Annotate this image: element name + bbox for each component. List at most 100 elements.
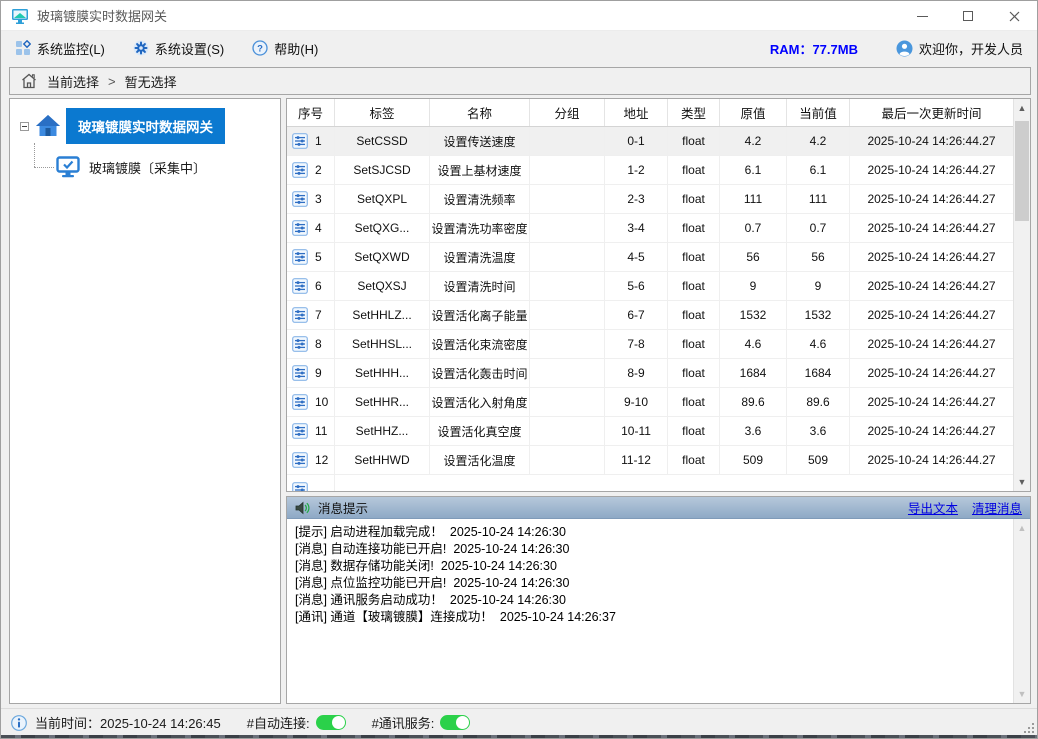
tree-collapse-icon[interactable] xyxy=(20,122,29,131)
maximize-button[interactable] xyxy=(945,1,991,31)
scroll-up-icon[interactable]: ▲ xyxy=(1014,100,1030,116)
cell-seq: 4 xyxy=(287,214,335,242)
message-line: [提示] 启动进程加载完成！ 2025-10-24 14:26:30 xyxy=(295,524,1005,541)
tree-root-label[interactable]: 玻璃镀膜实时数据网关 xyxy=(66,108,225,144)
column-header-group[interactable]: 分组 xyxy=(530,99,605,126)
cell-updated: 2025-10-24 14:26:44.27 xyxy=(850,214,1013,242)
gear-icon xyxy=(133,40,149,56)
column-header-tag[interactable]: 标签 xyxy=(335,99,430,126)
minimize-icon xyxy=(917,16,928,17)
table-scrollbar[interactable]: ▲ ▼ xyxy=(1013,99,1030,491)
comm-service-status: #通讯服务: xyxy=(372,713,471,732)
table-row[interactable]: 7SetHHLZ...设置活化离子能量6-7float153215322025-… xyxy=(287,301,1013,330)
cell-group xyxy=(530,446,605,474)
monitor-check-icon xyxy=(56,156,80,178)
cell-group xyxy=(530,388,605,416)
cell-address: 0-1 xyxy=(605,127,668,155)
scroll-down-icon[interactable]: ▼ xyxy=(1014,686,1030,702)
cell-address: 11-12 xyxy=(605,446,668,474)
cell-type: float xyxy=(668,359,720,387)
cell-current: 509 xyxy=(787,446,850,474)
column-header-name[interactable]: 名称 xyxy=(430,99,530,126)
sliders-icon xyxy=(292,191,308,207)
cell-name: 设置清洗时间 xyxy=(430,272,530,300)
sliders-icon xyxy=(292,307,308,323)
menu-help[interactable]: ? 帮助(H) xyxy=(238,32,332,64)
tree-node-channel[interactable]: 玻璃镀膜〔采集中〕 xyxy=(56,151,206,183)
close-button[interactable] xyxy=(991,1,1037,31)
cell-updated: 2025-10-24 14:26:44.27 xyxy=(850,359,1013,387)
table-row-partial xyxy=(287,475,1013,491)
toggle-knob xyxy=(332,716,345,729)
tree-child-label[interactable]: 玻璃镀膜〔采集中〕 xyxy=(89,158,206,177)
column-header-type[interactable]: 类型 xyxy=(668,99,720,126)
cell-current: 0.7 xyxy=(787,214,850,242)
cell-tag: SetHHR... xyxy=(335,388,430,416)
cell-name: 设置活化温度 xyxy=(430,446,530,474)
message-line: [消息] 自动连接功能已开启! 2025-10-24 14:26:30 xyxy=(295,541,1005,558)
comm-service-toggle[interactable] xyxy=(440,715,470,730)
tree-connector xyxy=(34,143,35,167)
message-header: 消息提示 导出文本 清理消息 xyxy=(287,497,1030,519)
table-row[interactable]: 6SetQXSJ设置清洗时间5-6float992025-10-24 14:26… xyxy=(287,272,1013,301)
comm-service-label: #通讯服务: xyxy=(372,713,435,732)
cell-updated: 2025-10-24 14:26:44.27 xyxy=(850,446,1013,474)
cell-address: 9-10 xyxy=(605,388,668,416)
info-icon xyxy=(11,715,27,731)
cell-seq: 5 xyxy=(287,243,335,271)
resize-grip-icon[interactable] xyxy=(1022,721,1034,733)
close-icon xyxy=(1009,11,1020,22)
cell-current: 4.2 xyxy=(787,127,850,155)
table-row[interactable]: 9SetHHH...设置活化轰击时间8-9float168416842025-1… xyxy=(287,359,1013,388)
table-row[interactable]: 4SetQXG...设置清洗功率密度3-4float0.70.72025-10-… xyxy=(287,214,1013,243)
clear-messages-link[interactable]: 清理消息 xyxy=(972,498,1022,517)
sliders-icon xyxy=(292,278,308,294)
menu-label: 系统设置(S) xyxy=(155,39,224,58)
message-log: [提示] 启动进程加载完成！ 2025-10-24 14:26:30[消息] 自… xyxy=(287,519,1013,703)
minimize-button[interactable] xyxy=(899,1,945,31)
column-header-original[interactable]: 原值 xyxy=(720,99,787,126)
table-header-row: 序号 标签 名称 分组 地址 类型 原值 当前值 最后一次更新时间 xyxy=(287,99,1013,127)
cell-current: 1532 xyxy=(787,301,850,329)
column-header-seq[interactable]: 序号 xyxy=(287,99,335,126)
menu-label: 帮助(H) xyxy=(274,39,318,58)
table-row[interactable]: 8SetHHSL...设置活化束流密度7-8float4.64.62025-10… xyxy=(287,330,1013,359)
table-row[interactable]: 5SetQXWD设置清洗温度4-5float56562025-10-24 14:… xyxy=(287,243,1013,272)
scrollbar-thumb[interactable] xyxy=(1015,121,1029,221)
table-row[interactable]: 10SetHHR...设置活化入射角度9-10float89.689.62025… xyxy=(287,388,1013,417)
tree-node-root[interactable]: 玻璃镀膜实时数据网关 xyxy=(20,108,225,144)
cell-original: 111 xyxy=(720,185,787,213)
scroll-up-icon[interactable]: ▲ xyxy=(1014,520,1030,536)
column-header-address[interactable]: 地址 xyxy=(605,99,668,126)
sliders-icon xyxy=(292,249,308,265)
table-row[interactable]: 2SetSJCSD设置上基材速度1-2float6.16.12025-10-24… xyxy=(287,156,1013,185)
auto-connect-toggle[interactable] xyxy=(316,715,346,730)
ram-indicator: RAM：77.7MB xyxy=(770,39,858,58)
export-text-link[interactable]: 导出文本 xyxy=(908,498,958,517)
table-row[interactable]: 12SetHHWD设置活化温度11-12float5095092025-10-2… xyxy=(287,446,1013,475)
table-row[interactable]: 11SetHHZ...设置活化真空度10-11float3.63.62025-1… xyxy=(287,417,1013,446)
menu-system-settings[interactable]: 系统设置(S) xyxy=(119,32,238,64)
table-row[interactable]: 1SetCSSD设置传送速度0-1float4.24.22025-10-24 1… xyxy=(287,127,1013,156)
cell-type: float xyxy=(668,243,720,271)
message-scrollbar[interactable]: ▲ ▼ xyxy=(1013,519,1030,703)
table-row[interactable]: 3SetQXPL设置清洗频率2-3float1111112025-10-24 1… xyxy=(287,185,1013,214)
cell-tag: SetHHH... xyxy=(335,359,430,387)
title-bar: 玻璃镀膜实时数据网关 xyxy=(1,1,1037,31)
cell-updated: 2025-10-24 14:26:44.27 xyxy=(850,243,1013,271)
column-header-current[interactable]: 当前值 xyxy=(787,99,850,126)
cell-current: 9 xyxy=(787,272,850,300)
cell-original: 3.6 xyxy=(720,417,787,445)
cell-current: 89.6 xyxy=(787,388,850,416)
cell-address: 2-3 xyxy=(605,185,668,213)
column-header-updated[interactable]: 最后一次更新时间 xyxy=(850,99,1013,126)
cell-tag: SetSJCSD xyxy=(335,156,430,184)
cell-address: 3-4 xyxy=(605,214,668,242)
cell-name: 设置清洗温度 xyxy=(430,243,530,271)
menu-system-monitor[interactable]: 系统监控(L) xyxy=(1,32,119,64)
auto-connect-label: #自动连接: xyxy=(247,713,310,732)
breadcrumb-prefix: 当前选择 xyxy=(47,72,99,91)
scroll-down-icon[interactable]: ▼ xyxy=(1014,474,1030,490)
cell-address: 6-7 xyxy=(605,301,668,329)
welcome-text: 欢迎你，开发人员 xyxy=(919,39,1023,58)
